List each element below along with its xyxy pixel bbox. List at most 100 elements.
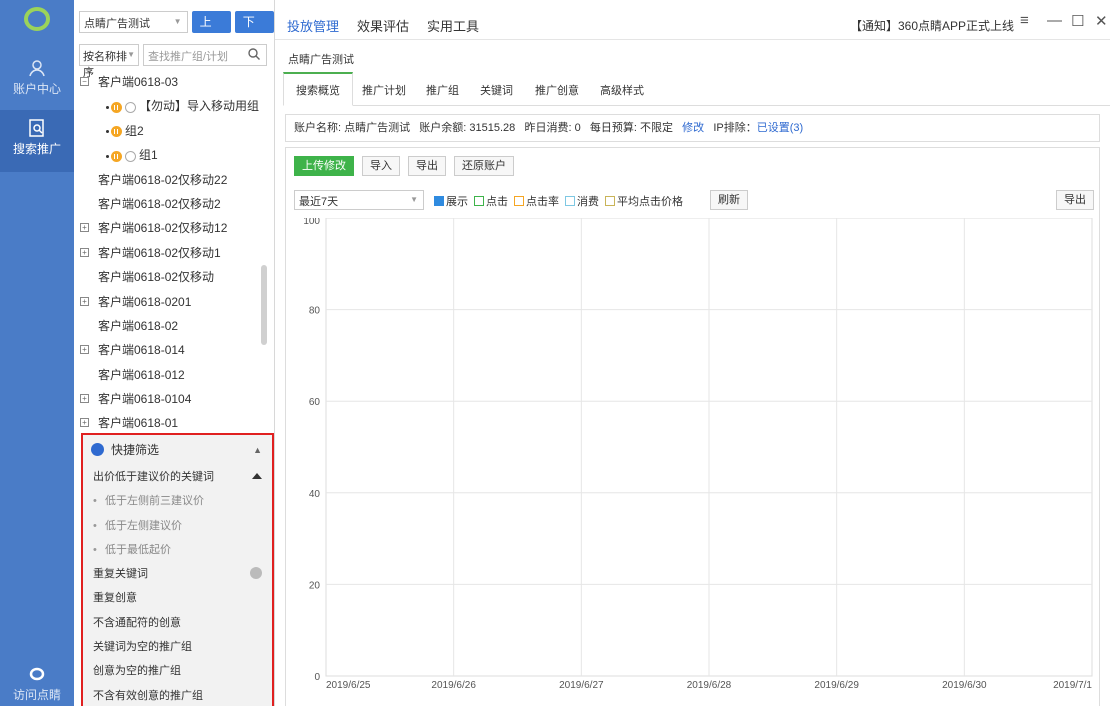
expand-icon[interactable]: + bbox=[80, 223, 89, 233]
quick-filter-item[interactable]: 关键词为空的推广组 bbox=[83, 635, 272, 659]
tree-campaign-item[interactable]: + 客户端0618-02仅移动12 bbox=[74, 216, 260, 240]
quick-filter-item[interactable]: 不含有效创意的推广组 bbox=[83, 684, 272, 708]
menu-icon[interactable]: ≡ bbox=[1020, 12, 1029, 29]
tree-scrollbar[interactable] bbox=[261, 265, 267, 345]
notice-text[interactable]: 【通知】360点睛APP正式上线 bbox=[850, 17, 1014, 34]
tree-campaign-item[interactable]: + 客户端0618-0104 bbox=[74, 387, 260, 411]
daily-budget: 每日预算: 不限定 bbox=[589, 122, 673, 134]
yesterday-spend: 昨日消费: 0 bbox=[524, 122, 581, 134]
expand-icon[interactable]: + bbox=[80, 345, 89, 355]
collapse-icon[interactable] bbox=[252, 473, 262, 479]
expand-icon[interactable]: + bbox=[80, 247, 89, 257]
maximize-icon[interactable]: ☐ bbox=[1071, 12, 1084, 30]
modify-budget-link[interactable]: 修改 bbox=[682, 122, 704, 134]
y-tick-label: 0 bbox=[314, 672, 320, 683]
expand-icon[interactable]: + bbox=[80, 418, 89, 428]
quick-filter-label: 不含有效创意的推广组 bbox=[93, 689, 203, 702]
sort-select[interactable]: 按名称排序 ▼ bbox=[79, 44, 139, 79]
chevron-down-icon: ▼ bbox=[127, 50, 135, 59]
import-button[interactable]: 导入 bbox=[362, 156, 400, 176]
y-tick-label: 100 bbox=[303, 218, 320, 227]
download-button[interactable]: 下载 bbox=[234, 11, 274, 51]
refresh-button[interactable]: 刷新 bbox=[710, 190, 748, 210]
quick-filter-item[interactable]: 创意为空的推广组 bbox=[83, 659, 272, 683]
date-range-select[interactable]: 最近7天 ▼ bbox=[294, 190, 424, 210]
tab-keywords[interactable]: 关键词 bbox=[480, 82, 513, 98]
tab-advanced-styles[interactable]: 高级样式 bbox=[600, 82, 644, 98]
tab-tools[interactable]: 实用工具 bbox=[427, 16, 479, 35]
quick-filter-header[interactable]: 快捷筛选 ▲ bbox=[83, 435, 272, 465]
tab-search-overview[interactable]: 搜索概览 bbox=[283, 72, 353, 106]
restore-account-button[interactable]: 还原账户 bbox=[454, 156, 514, 176]
y-tick-label: 20 bbox=[309, 580, 321, 591]
tree-group-item[interactable]: 组2 bbox=[74, 119, 260, 143]
tree-item-label: 客户端0618-02仅移动22 bbox=[98, 172, 228, 187]
checkbox-icon[interactable] bbox=[605, 196, 615, 206]
tree-group-item[interactable]: 【勿动】导入移动用组 bbox=[74, 94, 260, 118]
tab-delivery-management[interactable]: 投放管理 bbox=[287, 16, 339, 35]
quick-filter-label: 关键词为空的推广组 bbox=[93, 641, 192, 654]
rail-visit-dianjing[interactable]: 访问点睛 bbox=[0, 664, 74, 704]
close-icon[interactable]: ✕ bbox=[1095, 12, 1108, 30]
tree-campaign-item[interactable]: 客户端0618-012 bbox=[74, 363, 260, 387]
x-tick-label: 2019/6/30 bbox=[942, 680, 987, 691]
ip-exclusion-link[interactable]: 已设置(3) bbox=[757, 122, 803, 134]
tree-campaign-item[interactable]: 客户端0618-02 bbox=[74, 314, 260, 338]
tree-campaign-item[interactable]: 客户端0618-02仅移动22 bbox=[74, 168, 260, 192]
tree-search-input[interactable]: 查找推广组/计划 bbox=[143, 44, 267, 66]
sub-tab-bar: 搜索概览 推广计划 推广组 关键词 推广创意 高级样式 bbox=[283, 72, 1110, 106]
tree-campaign-item[interactable]: + 客户端0618-02仅移动1 bbox=[74, 241, 260, 265]
quick-filter-item[interactable]: 低于左侧前三建议价 bbox=[83, 489, 272, 513]
expand-icon[interactable]: + bbox=[80, 394, 89, 404]
rail-label: 账户中心 bbox=[12, 82, 61, 96]
account-name: 账户名称: 点睛广告测试 bbox=[294, 122, 411, 134]
mobile-icon bbox=[125, 101, 136, 113]
tab-ad-groups[interactable]: 推广组 bbox=[426, 82, 459, 98]
tree-item-label: 客户端0618-0104 bbox=[98, 392, 192, 407]
rail-label: 搜索推广 bbox=[12, 142, 61, 156]
account-select[interactable]: 点睛广告测试 ▼ bbox=[79, 11, 188, 33]
tree-group-item[interactable]: 组1 bbox=[74, 143, 260, 167]
y-tick-label: 60 bbox=[309, 397, 321, 408]
collapse-icon[interactable]: − bbox=[80, 77, 89, 86]
gear-icon[interactable] bbox=[250, 567, 262, 580]
quick-filter-title: 快捷筛选 bbox=[111, 443, 160, 457]
checkbox-icon[interactable] bbox=[434, 196, 444, 206]
tree-campaign-item[interactable]: − 客户端0618-03 bbox=[74, 70, 260, 94]
chart-export-button[interactable]: 导出 bbox=[1056, 190, 1094, 210]
export-button[interactable]: 导出 bbox=[408, 156, 446, 176]
tree-campaign-item[interactable]: + 客户端0618-014 bbox=[74, 338, 260, 362]
tree-item-label: 【勿动】导入移动用组 bbox=[139, 99, 260, 114]
chevron-down-icon: ▼ bbox=[173, 17, 182, 26]
legend-item[interactable]: 消费 bbox=[565, 193, 599, 209]
expand-icon[interactable]: + bbox=[80, 296, 89, 306]
quick-filter-item[interactable]: 重复创意 bbox=[83, 586, 272, 610]
tab-effect-evaluation[interactable]: 效果评估 bbox=[357, 16, 409, 35]
tab-creatives[interactable]: 推广创意 bbox=[535, 82, 579, 98]
quick-filter-item[interactable]: 低于最低起价 bbox=[83, 538, 272, 562]
quick-filter-item[interactable]: 重复关键词 bbox=[83, 562, 272, 586]
tree-campaign-item[interactable]: 客户端0618-02仅移动 bbox=[74, 265, 260, 289]
checkbox-icon[interactable] bbox=[565, 196, 575, 206]
quick-filter-label: 低于左侧建议价 bbox=[105, 519, 182, 532]
legend-item[interactable]: 平均点击价格 bbox=[605, 193, 683, 209]
rail-account-center[interactable]: 账户中心 bbox=[0, 58, 74, 98]
metric-legend: 展示 点击 点击率 消费 平均点击价格 bbox=[434, 193, 683, 209]
quick-filter-item[interactable]: 出价低于建议价的关键词 bbox=[83, 465, 272, 489]
legend-item[interactable]: 点击率 bbox=[514, 193, 559, 209]
checkbox-icon[interactable] bbox=[474, 196, 484, 206]
checkbox-icon[interactable] bbox=[514, 196, 524, 206]
quick-filter-item[interactable]: 低于左侧建议价 bbox=[83, 514, 272, 538]
tab-campaigns[interactable]: 推广计划 bbox=[362, 82, 406, 98]
rail-search-promotion[interactable]: 搜索推广 bbox=[0, 110, 74, 172]
upload-button[interactable]: 上传 bbox=[191, 11, 231, 51]
quick-filter-label: 重复创意 bbox=[93, 592, 137, 605]
tree-campaign-item[interactable]: 客户端0618-02仅移动2 bbox=[74, 192, 260, 216]
collapse-icon[interactable]: ▲ bbox=[253, 435, 262, 465]
minimize-icon[interactable]: — bbox=[1047, 12, 1062, 29]
upload-changes-button[interactable]: 上传修改 bbox=[294, 156, 354, 176]
legend-item[interactable]: 展示 bbox=[434, 193, 468, 209]
tree-campaign-item[interactable]: + 客户端0618-0201 bbox=[74, 290, 260, 314]
legend-item[interactable]: 点击 bbox=[474, 193, 508, 209]
quick-filter-item[interactable]: 不含通配符的创意 bbox=[83, 611, 272, 635]
